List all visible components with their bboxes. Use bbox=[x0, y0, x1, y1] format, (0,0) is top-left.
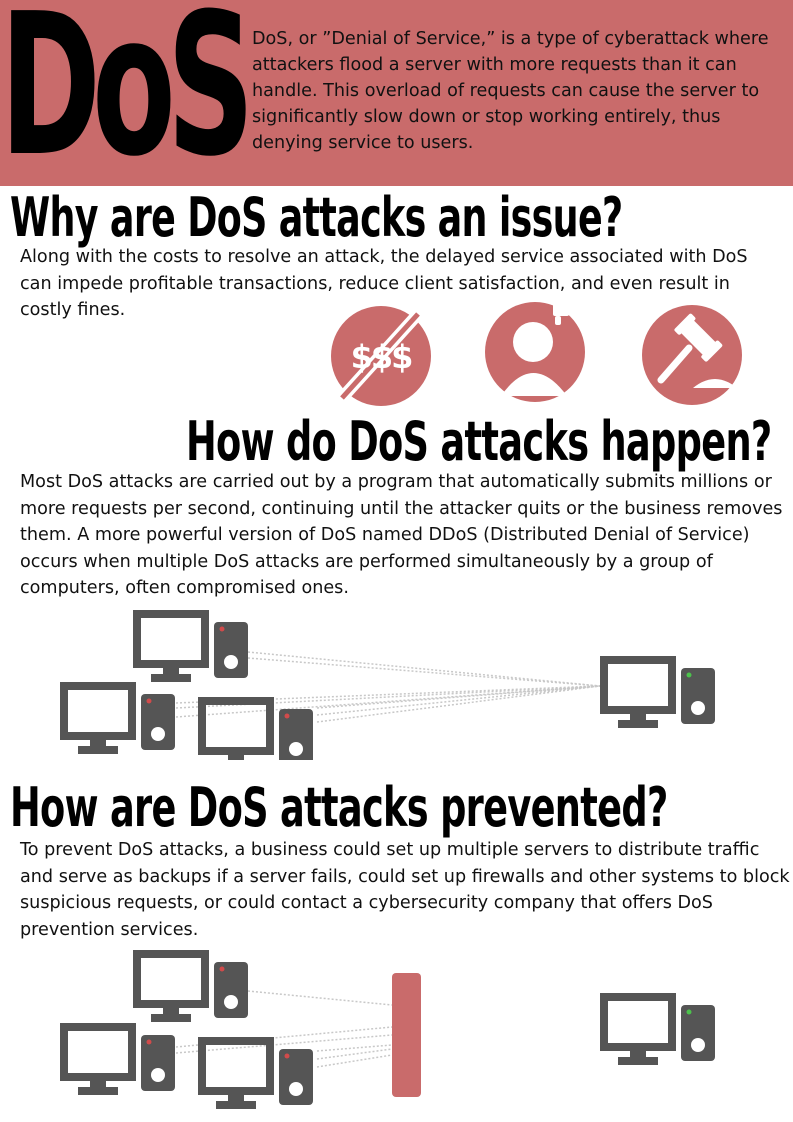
money-symbols: $$$ bbox=[351, 338, 413, 376]
target-server-computer bbox=[600, 656, 715, 728]
dislike-user-icon bbox=[485, 298, 590, 403]
protected-server-computer bbox=[600, 993, 715, 1065]
section-heading-happen: How do DoS attacks happen? bbox=[186, 410, 772, 473]
dos-logo: DoS bbox=[0, 0, 255, 200]
attacker-computer bbox=[133, 950, 248, 1022]
attacker-computer bbox=[198, 697, 313, 760]
intro-text: DoS, or ”Denial of Service,” is a type o… bbox=[252, 29, 769, 153]
no-money-icon: $$$ bbox=[330, 305, 432, 407]
attacker-computer bbox=[133, 610, 248, 682]
section-body-prevented: To prevent DoS attacks, a business could… bbox=[20, 840, 790, 940]
attacker-computer bbox=[60, 682, 175, 754]
section-body-happen: Most DoS attacks are carried out by a pr… bbox=[20, 472, 783, 598]
attacker-computer bbox=[198, 1037, 313, 1109]
prevention-diagram bbox=[0, 945, 793, 1115]
attacker-computer bbox=[60, 1023, 175, 1095]
section-heading-prevented: How are DoS attacks prevented? bbox=[10, 776, 668, 839]
ddos-diagram bbox=[0, 600, 793, 760]
section-heading-issue: Why are DoS attacks an issue? bbox=[10, 186, 623, 249]
firewall-bar bbox=[392, 973, 421, 1097]
gavel-icon bbox=[641, 304, 743, 406]
